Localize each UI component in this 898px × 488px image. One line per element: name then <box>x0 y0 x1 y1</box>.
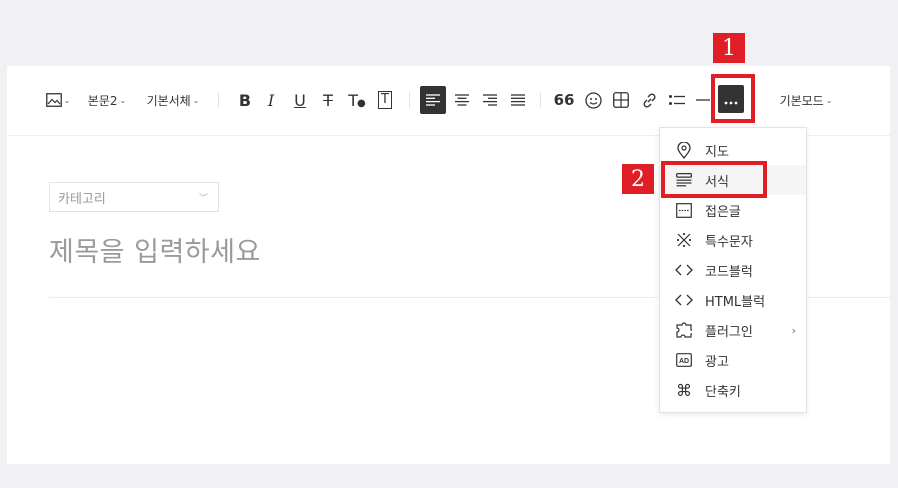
text-background-button[interactable]: T <box>375 88 395 112</box>
chevron-right-icon: › <box>791 323 796 337</box>
html-code-icon <box>675 291 693 309</box>
horizontal-rule-button[interactable] <box>694 88 712 112</box>
font-family-select[interactable]: 기본서체 ⌄ <box>141 88 205 112</box>
bullet-list-icon <box>669 94 685 106</box>
emoticon-button[interactable] <box>582 88 604 112</box>
insert-image-button[interactable]: ⌄ <box>44 88 72 112</box>
horizontal-line-icon <box>696 99 710 101</box>
menu-item-label: 특수문자 <box>705 234 753 250</box>
menu-item-label: 지도 <box>705 144 729 160</box>
fold-icon <box>675 201 693 219</box>
strikethrough-button[interactable]: T <box>318 88 338 112</box>
annotation-badge-1: 1 <box>713 33 745 63</box>
annotation-highlight-template <box>661 161 767 198</box>
editor-mode-select[interactable]: 기본모드 ⌄ <box>774 88 838 112</box>
italic-icon: I <box>267 90 275 110</box>
annotation-badge-2: 2 <box>622 164 654 194</box>
chevron-down-icon: ﹀ <box>198 194 208 204</box>
map-pin-icon <box>675 141 693 159</box>
special-char-icon <box>675 231 693 249</box>
chevron-down-icon: ⌄ <box>63 95 71 105</box>
menu-item-label: 단축키 <box>705 384 741 400</box>
plugin-icon <box>675 321 693 339</box>
bold-icon: B <box>238 90 252 110</box>
align-right-button[interactable] <box>479 88 501 112</box>
align-center-button[interactable] <box>451 88 473 112</box>
annotation-highlight-more <box>711 74 755 123</box>
menu-item-shortcut[interactable]: ⌘ 단축키 <box>660 375 806 405</box>
table-button[interactable] <box>610 88 632 112</box>
underline-button[interactable]: U <box>290 88 310 112</box>
align-justify-button[interactable] <box>507 88 529 112</box>
menu-item-html-block[interactable]: HTML블럭 <box>660 285 806 315</box>
align-center-icon <box>455 94 469 106</box>
svg-text:AD: AD <box>679 358 689 365</box>
menu-item-code-block[interactable]: 코드블럭 <box>660 255 806 285</box>
menu-item-special-char[interactable]: 특수문자 <box>660 225 806 255</box>
quote-button[interactable]: 66 <box>553 88 575 112</box>
underline-icon: U <box>294 90 306 110</box>
category-placeholder: 카테고리 <box>58 191 106 207</box>
editor-toolbar: ⌄ 본문2 ⌄ 기본서체 ⌄ B I U T T ● T 66 기본모드 ⌄ <box>7 66 890 136</box>
bold-button[interactable]: B <box>235 88 255 112</box>
font-family-label: 기본서체 <box>146 93 191 108</box>
bullet-list-button[interactable] <box>666 88 688 112</box>
link-icon <box>641 92 658 109</box>
quote-icon: 66 <box>553 91 575 109</box>
toolbar-divider <box>540 92 541 108</box>
paragraph-style-select[interactable]: 본문2 ⌄ <box>85 88 129 112</box>
toolbar-divider <box>218 92 219 108</box>
align-left-button[interactable] <box>420 86 446 114</box>
align-right-icon <box>483 94 497 106</box>
menu-item-label: 플러그인 <box>705 324 753 340</box>
command-icon: ⌘ <box>676 380 692 400</box>
menu-item-plugin[interactable]: 플러그인 › <box>660 315 806 345</box>
code-icon <box>675 261 693 279</box>
table-icon <box>613 92 629 108</box>
image-icon <box>45 93 62 107</box>
text-color-button[interactable]: T ● <box>347 88 367 112</box>
align-justify-icon <box>511 94 525 106</box>
chevron-down-icon: ⌄ <box>192 95 200 105</box>
menu-item-ad[interactable]: AD 광고 <box>660 345 806 375</box>
category-select[interactable]: 카테고리 ﹀ <box>49 182 219 212</box>
text-background-icon: T <box>378 91 392 109</box>
toolbar-divider <box>409 92 410 108</box>
link-button[interactable] <box>638 88 660 112</box>
smiley-icon <box>584 91 602 109</box>
title-input[interactable]: 제목을 입력하세요 <box>49 230 261 269</box>
menu-item-label: HTML블럭 <box>705 294 766 310</box>
paragraph-style-label: 본문2 <box>87 93 118 108</box>
menu-item-label: 접은글 <box>705 204 741 220</box>
editor-mode-label: 기본모드 <box>779 93 824 108</box>
ad-icon: AD <box>675 351 693 369</box>
align-left-icon <box>426 94 440 106</box>
menu-item-label: 광고 <box>705 354 729 370</box>
chevron-down-icon: ⌄ <box>825 95 833 105</box>
chevron-down-icon: ⌄ <box>119 95 127 105</box>
italic-button[interactable]: I <box>261 88 281 112</box>
strikethrough-icon: T <box>323 90 333 110</box>
color-dot-icon: ● <box>357 97 366 109</box>
menu-item-fold[interactable]: 접은글 <box>660 195 806 225</box>
menu-item-label: 코드블럭 <box>705 264 753 280</box>
